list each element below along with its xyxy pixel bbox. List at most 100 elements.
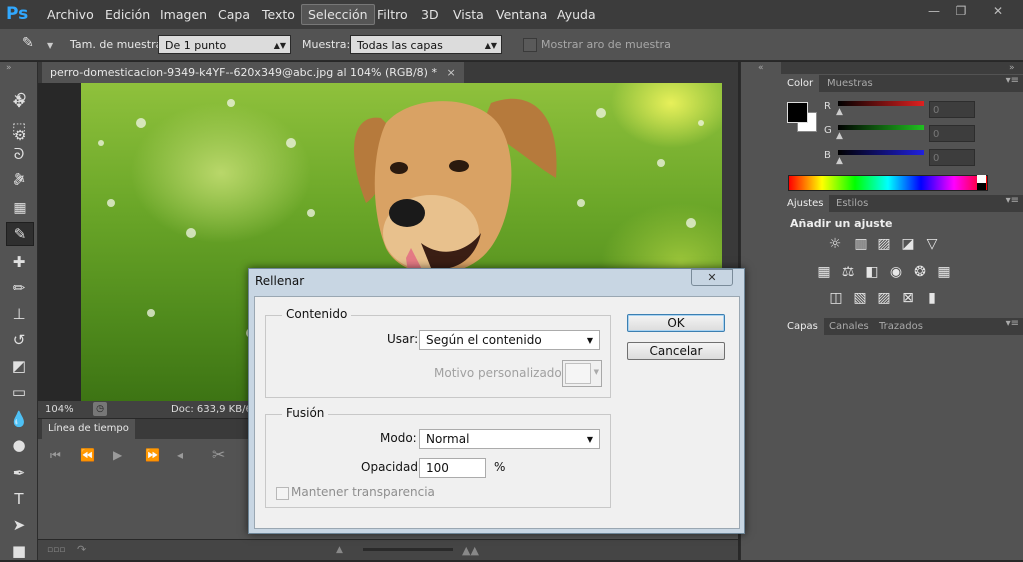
exposure-icon[interactable]: ◪ xyxy=(899,236,917,252)
foreground-color-swatch[interactable] xyxy=(787,102,808,123)
spectrum-white-swatch[interactable] xyxy=(977,175,986,183)
slider-handle-icon[interactable]: ▲ xyxy=(836,107,843,117)
zoom-out-mountains-icon[interactable]: ▲ xyxy=(336,545,343,555)
brightness-contrast-icon[interactable]: ☼ xyxy=(826,236,844,252)
channel-mixer-icon[interactable]: ❂ xyxy=(911,264,929,280)
rectangle-tool-icon[interactable]: ■ xyxy=(6,540,32,562)
posterize-icon[interactable]: ▧ xyxy=(851,290,869,306)
photo-filter-icon[interactable]: ◉ xyxy=(887,264,905,280)
color-spectrum-bar[interactable] xyxy=(788,175,988,191)
convert-arrow-icon[interactable]: ↷ xyxy=(77,543,86,556)
frames-icon[interactable]: ▫▫▫ xyxy=(47,545,65,555)
tab-canales[interactable]: Canales xyxy=(823,318,875,335)
sample-size-select[interactable]: De 1 punto ▲▼ xyxy=(158,35,291,54)
vibrance-icon[interactable]: ▽ xyxy=(923,236,941,252)
cancel-button[interactable]: Cancelar xyxy=(627,342,725,360)
pen-tool-icon[interactable]: ✒ xyxy=(6,462,32,484)
clock-icon[interactable]: ◷ xyxy=(93,402,107,416)
tab-estilos[interactable]: Estilos xyxy=(830,195,874,212)
healing-brush-tool-icon[interactable]: ✚ xyxy=(6,251,32,273)
black-white-icon[interactable]: ◧ xyxy=(863,264,881,280)
channel-g-value[interactable]: 0 xyxy=(929,125,975,142)
channel-r-slider[interactable] xyxy=(838,101,924,106)
show-ring-checkbox[interactable] xyxy=(523,38,537,52)
tab-capas[interactable]: Capas xyxy=(781,318,824,335)
color-lookup-icon[interactable]: ▦ xyxy=(935,264,953,280)
gradient-tool-icon[interactable]: ▭ xyxy=(6,381,32,403)
menu-edicion[interactable]: Edición xyxy=(105,0,150,29)
chevron-down-icon[interactable]: ▼ xyxy=(47,41,53,50)
tool-presets-icon[interactable]: ▦ xyxy=(10,200,30,218)
next-frame-icon[interactable]: ⏩ xyxy=(145,448,160,462)
gradient-map-icon[interactable]: ▮ xyxy=(923,290,941,306)
clone-stamp-tool-icon[interactable]: ⊥ xyxy=(6,303,32,325)
spectrum-black-swatch[interactable] xyxy=(977,183,986,190)
sample-select[interactable]: Todas las capas ▲▼ xyxy=(350,35,502,54)
preserve-transparency-checkbox[interactable] xyxy=(276,487,289,500)
menu-3d[interactable]: 3D xyxy=(421,0,439,29)
threshold-icon[interactable]: ▨ xyxy=(875,290,893,306)
close-tab-icon[interactable]: × xyxy=(446,66,455,79)
tab-ajustes[interactable]: Ajustes xyxy=(781,195,830,212)
menu-capa[interactable]: Capa xyxy=(218,0,250,29)
tab-muestras[interactable]: Muestras xyxy=(821,75,879,92)
eraser-tool-icon[interactable]: ◩ xyxy=(6,355,32,377)
levels-icon[interactable]: ▥ xyxy=(852,236,870,252)
slider-handle-icon[interactable]: ▲ xyxy=(836,156,843,166)
properties-icon[interactable]: ⚙ xyxy=(10,128,30,146)
play-icon[interactable]: ▶ xyxy=(113,448,122,462)
timeline-zoom-slider[interactable] xyxy=(363,548,453,551)
lasso-tool-icon[interactable]: ᘐ xyxy=(6,143,32,165)
menu-filtro[interactable]: Filtro xyxy=(377,0,408,29)
menu-seleccion[interactable]: Selección xyxy=(301,4,375,25)
panel-menu-icon[interactable]: ▾≡ xyxy=(1006,318,1019,329)
timeline-tab[interactable]: Línea de tiempo xyxy=(42,419,135,439)
use-select[interactable]: Según el contenido ▼ xyxy=(419,330,600,350)
selective-color-icon[interactable]: ⊠ xyxy=(899,290,917,306)
dodge-tool-icon[interactable]: ● xyxy=(6,434,32,456)
menu-texto[interactable]: Texto xyxy=(262,0,295,29)
menu-archivo[interactable]: Archivo xyxy=(47,0,94,29)
hue-saturation-icon[interactable]: ▦ xyxy=(815,264,833,280)
panel-collapse-icon[interactable]: » xyxy=(1009,63,1015,73)
color-balance-icon[interactable]: ⚖ xyxy=(839,264,857,280)
opacity-input[interactable]: 100 xyxy=(419,458,486,478)
first-frame-icon[interactable]: ⏮ xyxy=(50,448,61,463)
minimize-button[interactable]: — xyxy=(921,3,947,19)
eyedropper-icon[interactable]: ✎ xyxy=(22,35,34,51)
menu-imagen[interactable]: Imagen xyxy=(160,0,207,29)
restore-button[interactable]: ❐ xyxy=(948,3,974,19)
brush-tool-icon[interactable]: ✏ xyxy=(6,277,32,299)
curves-icon[interactable]: ▨ xyxy=(875,236,893,252)
menu-ayuda[interactable]: Ayuda xyxy=(557,0,596,29)
channel-g-slider[interactable] xyxy=(838,125,924,130)
brush-presets-icon[interactable]: ✎ xyxy=(10,171,30,189)
panel-menu-icon[interactable]: ▾≡ xyxy=(1006,195,1019,206)
zoom-in-mountains-icon[interactable]: ▲▲ xyxy=(462,544,479,557)
blur-tool-icon[interactable]: 💧 xyxy=(6,408,32,430)
ok-button[interactable]: OK xyxy=(627,314,725,332)
panel-menu-icon[interactable]: ▾≡ xyxy=(1006,75,1019,86)
type-tool-icon[interactable]: T xyxy=(6,488,32,510)
previous-frame-icon[interactable]: ⏪ xyxy=(80,448,95,462)
path-selection-tool-icon[interactable]: ➤ xyxy=(6,514,32,536)
document-tab[interactable]: perro-domesticacion-9349-k4YF--620x349@a… xyxy=(42,62,464,83)
tab-color[interactable]: Color xyxy=(781,75,820,92)
tab-trazados[interactable]: Trazados xyxy=(873,318,929,335)
slider-handle-icon[interactable]: ▲ xyxy=(836,131,843,141)
channel-b-value[interactable]: 0 xyxy=(929,149,975,166)
split-scissors-icon[interactable]: ✂ xyxy=(212,445,225,464)
menu-vista[interactable]: Vista xyxy=(453,0,484,29)
menu-ventana[interactable]: Ventana xyxy=(496,0,547,29)
expand-arrows-icon[interactable]: « xyxy=(758,63,764,73)
invert-icon[interactable]: ◫ xyxy=(827,290,845,306)
close-window-button[interactable]: ✕ xyxy=(985,3,1011,19)
eyedropper-tool-icon[interactable]: ✎ xyxy=(6,222,34,246)
audio-icon[interactable]: ◂ xyxy=(177,448,183,462)
collapse-arrows-icon[interactable]: » xyxy=(6,63,12,73)
mode-select[interactable]: Normal ▼ xyxy=(419,429,600,449)
history-brush-tool-icon[interactable]: ↺ xyxy=(6,329,32,351)
channel-r-value[interactable]: 0 xyxy=(929,101,975,118)
channel-b-slider[interactable] xyxy=(838,150,924,155)
history-icon[interactable]: ⟲ xyxy=(10,90,30,108)
